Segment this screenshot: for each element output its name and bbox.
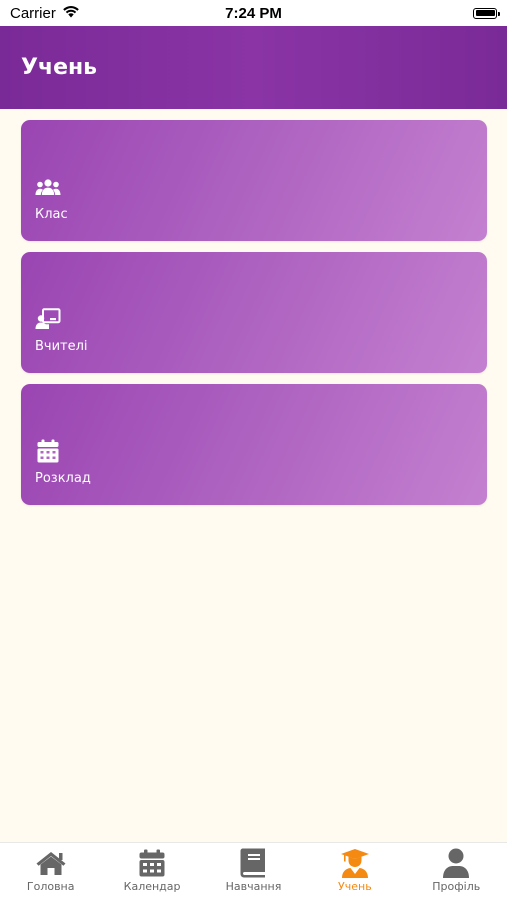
calendar-icon [35, 438, 61, 464]
tab-bar: Головна Календар Навчання Учень Профіль [0, 842, 507, 900]
card-class[interactable]: Клас [21, 120, 487, 241]
tab-calendar[interactable]: Календар [102, 843, 202, 893]
card-schedule[interactable]: Розклад [21, 384, 487, 505]
teacher-board-icon [35, 306, 61, 332]
card-list: Клас Вчителі Розклад [21, 120, 487, 516]
calendar-icon [136, 848, 168, 878]
card-teachers[interactable]: Вчителі [21, 252, 487, 373]
tab-home[interactable]: Головна [1, 843, 101, 893]
tab-label-home: Головна [26, 880, 75, 893]
tab-label-profile: Профіль [432, 880, 481, 893]
card-label-schedule: Розклад [35, 471, 91, 486]
page-title: Учень [21, 55, 98, 80]
card-label-class: Клас [35, 207, 68, 222]
tab-label-student: Учень [338, 880, 372, 893]
tab-label-study: Навчання [225, 880, 282, 893]
home-icon [35, 848, 67, 878]
graduate-icon [339, 848, 371, 878]
battery-icon [473, 7, 500, 19]
status-left: Carrier [10, 5, 80, 22]
users-icon [35, 174, 61, 200]
status-bar: Carrier 7:24 PM [0, 0, 507, 26]
carrier-label: Carrier [10, 4, 56, 22]
app-header: Учень [0, 26, 507, 109]
book-icon [237, 848, 269, 878]
wifi-icon [62, 5, 80, 22]
tab-student[interactable]: Учень [305, 843, 405, 893]
user-icon [440, 848, 472, 878]
tab-label-calendar: Календар [123, 880, 181, 893]
tab-study[interactable]: Навчання [203, 843, 303, 893]
card-label-teachers: Вчителі [35, 339, 88, 354]
tab-profile[interactable]: Профіль [406, 843, 506, 893]
